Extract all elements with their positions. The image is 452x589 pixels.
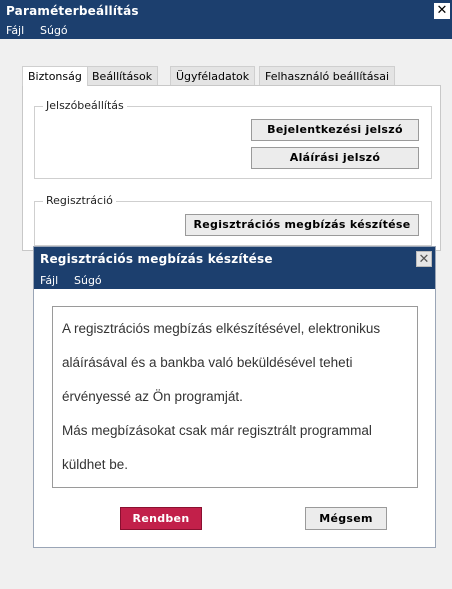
create-registration-order-button[interactable]: Regisztrációs megbízás készítése — [185, 214, 419, 236]
dialog-close-icon[interactable]: ✕ — [416, 251, 432, 267]
registration-dialog: Regisztrációs megbízás készítése ✕ Fájl … — [33, 246, 436, 548]
message-line: aláírásával és a bankba való beküldéséve… — [62, 355, 353, 370]
tab-panel-security: Jelszóbeállítás Bejelentkezési jelszó Al… — [22, 85, 441, 251]
dialog-title: Regisztrációs megbízás készítése — [40, 252, 273, 266]
message-line: érvényessé az Ön programját. — [62, 389, 243, 404]
signing-password-button[interactable]: Aláírási jelszó — [251, 147, 419, 169]
login-password-button[interactable]: Bejelentkezési jelszó — [251, 119, 419, 141]
dialog-menu-file[interactable]: Fájl — [40, 274, 58, 287]
tab-user-settings[interactable]: Felhasználó beállításai — [259, 66, 396, 86]
registration-group-legend: Regisztráció — [43, 194, 116, 207]
dialog-menu-help[interactable]: Súgó — [74, 274, 102, 287]
password-group-legend: Jelszóbeállítás — [43, 99, 127, 112]
ok-button[interactable]: Rendben — [120, 507, 202, 530]
message-line: A regisztrációs megbízás elkészítésével,… — [62, 321, 381, 336]
tab-security[interactable]: Biztonság — [22, 66, 88, 86]
dialog-menubar: Fájl Súgó — [34, 271, 435, 289]
tab-settings[interactable]: Beállítások — [86, 66, 159, 86]
main-menubar: Fájl Súgó — [0, 22, 452, 39]
password-settings-group: Jelszóbeállítás Bejelentkezési jelszó Al… — [34, 99, 432, 179]
main-titlebar[interactable]: Paraméterbeállítás ✕ — [0, 0, 452, 22]
message-box: A regisztrációs megbízás elkészítésével,… — [52, 306, 418, 488]
cancel-button[interactable]: Mégsem — [305, 507, 387, 530]
menu-help[interactable]: Súgó — [40, 24, 68, 37]
message-line: küldhet be. — [62, 457, 129, 472]
tab-customer-data[interactable]: Ügyféladatok — [170, 66, 256, 86]
close-icon[interactable]: ✕ — [434, 3, 450, 19]
main-window-title: Paraméterbeállítás — [6, 4, 139, 18]
registration-group: Regisztráció Regisztrációs megbízás kész… — [34, 194, 432, 246]
dialog-titlebar[interactable]: Regisztrációs megbízás készítése ✕ — [34, 247, 435, 271]
message-line: Más megbízásokat csak már regisztrált pr… — [62, 423, 372, 438]
menu-file[interactable]: Fájl — [6, 24, 24, 37]
